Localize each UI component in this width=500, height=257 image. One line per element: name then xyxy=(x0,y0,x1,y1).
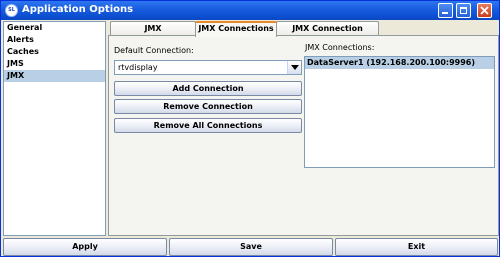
list-item[interactable]: DataServer1 (192.168.200.100:9996) xyxy=(305,57,494,69)
maximize-icon xyxy=(460,7,467,14)
title-bar[interactable]: SL Application Options xyxy=(1,1,499,20)
jmx-connections-panel: Default Connection: rtvdisplay Add Conne… xyxy=(108,35,499,236)
close-icon xyxy=(480,6,489,15)
default-connection-select[interactable]: rtvdisplay xyxy=(114,60,302,75)
exit-button[interactable]: Exit xyxy=(335,238,498,256)
tab-jmx-connection-groups[interactable]: JMX Connection Groups xyxy=(276,21,379,46)
remove-connection-button[interactable]: Remove Connection xyxy=(114,99,302,114)
sidebar-item-alerts[interactable]: Alerts xyxy=(4,34,105,46)
category-list: General Alerts Caches JMS JMX xyxy=(3,21,106,236)
sidebar-item-caches[interactable]: Caches xyxy=(4,46,105,58)
jmx-connections-label: JMX Connections: xyxy=(305,43,375,52)
minimize-icon xyxy=(442,12,448,14)
sidebar-item-general[interactable]: General xyxy=(4,22,105,34)
jmx-connections-list[interactable]: DataServer1 (192.168.200.100:9996) xyxy=(304,56,495,168)
minimize-button[interactable] xyxy=(438,3,453,18)
dropdown-button[interactable] xyxy=(287,61,301,74)
chevron-down-icon xyxy=(291,65,299,70)
tab-jmx-connections[interactable]: JMX Connections xyxy=(195,21,277,37)
tab-jmx-administration[interactable]: JMX Administration xyxy=(110,21,196,46)
maximize-button[interactable] xyxy=(456,3,471,18)
sidebar-item-jmx[interactable]: JMX xyxy=(4,70,105,82)
app-icon: SL xyxy=(5,4,18,17)
default-connection-label: Default Connection: xyxy=(114,46,194,55)
save-button[interactable]: Save xyxy=(169,238,333,256)
application-options-window: SL Application Options General Alerts Ca… xyxy=(0,0,500,257)
sidebar-item-jms[interactable]: JMS xyxy=(4,58,105,70)
add-connection-button[interactable]: Add Connection xyxy=(114,81,302,96)
window-title: Application Options xyxy=(22,4,134,15)
remove-all-connections-button[interactable]: Remove All Connections xyxy=(114,118,302,133)
close-button[interactable] xyxy=(477,3,492,18)
apply-button[interactable]: Apply xyxy=(3,238,167,256)
default-connection-value: rtvdisplay xyxy=(118,63,158,72)
tab-strip: JMX Administration JMX Connections JMX C… xyxy=(108,21,498,46)
